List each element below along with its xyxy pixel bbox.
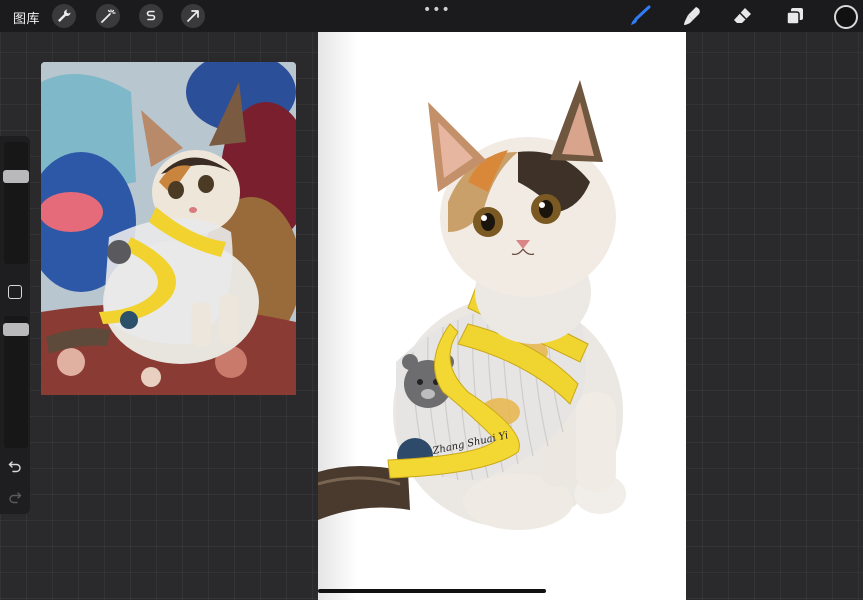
brush-size-slider[interactable]	[3, 142, 29, 264]
eraser-button[interactable]	[731, 5, 755, 27]
home-indicator[interactable]	[318, 589, 546, 593]
brush-icon	[631, 5, 651, 25]
eraser-icon	[734, 8, 751, 23]
undo-icon[interactable]	[8, 459, 22, 473]
adjustments-button[interactable]	[96, 4, 120, 28]
more-options-button[interactable]: •••	[423, 2, 451, 18]
transform-button[interactable]	[181, 4, 205, 28]
brush-size-slider-thumb[interactable]	[3, 170, 29, 183]
transform-arrow-icon	[187, 10, 199, 22]
drawing-canvas[interactable]: Zhang Shuai Yi	[318, 32, 686, 600]
wrench-icon	[58, 9, 71, 22]
magic-wand-icon	[101, 9, 116, 23]
layers-button[interactable]	[783, 5, 807, 27]
opacity-slider[interactable]	[3, 316, 29, 448]
actions-wrench-button[interactable]	[52, 4, 76, 28]
paint-brush-button[interactable]	[628, 5, 652, 27]
kitten-illustration	[318, 80, 626, 530]
color-picker-button[interactable]	[834, 5, 858, 29]
top-toolbar: 图库 •••	[0, 0, 863, 32]
opacity-slider-thumb[interactable]	[3, 323, 29, 336]
gallery-button[interactable]: 图库	[13, 8, 40, 27]
selection-s-icon	[146, 10, 156, 21]
smudge-icon	[684, 7, 700, 25]
modify-button[interactable]	[8, 285, 22, 299]
redo-icon[interactable]	[8, 490, 22, 504]
reference-photo[interactable]	[41, 62, 296, 395]
left-sidebar	[0, 136, 30, 514]
reference-kitten-photo	[41, 62, 296, 395]
layers-icon	[786, 8, 803, 25]
smudge-button[interactable]	[680, 5, 704, 27]
selection-button[interactable]	[139, 4, 163, 28]
